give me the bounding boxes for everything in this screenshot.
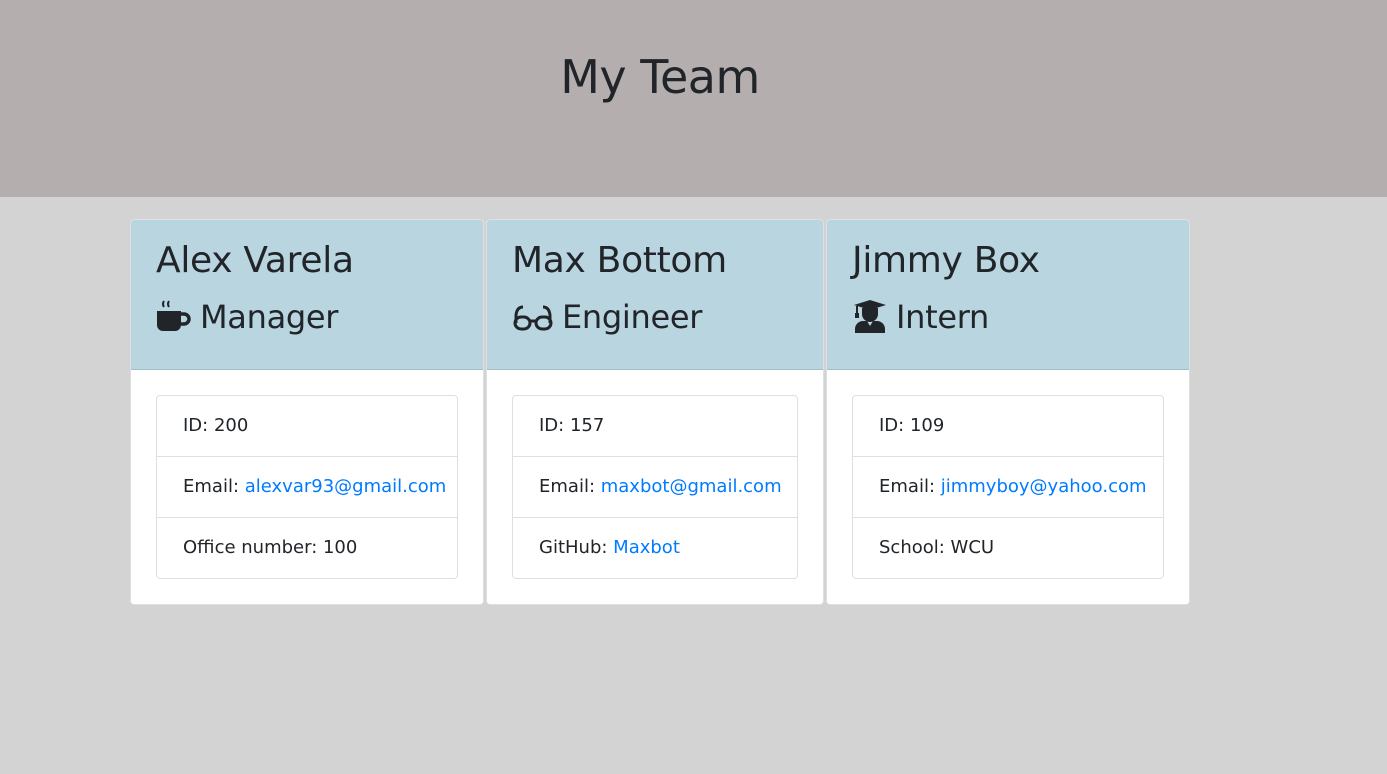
role-label: Intern: [896, 298, 990, 336]
email-label: Email:: [183, 476, 245, 497]
card-header: Alex Varela Manager: [131, 220, 483, 370]
employee-id: ID: 109: [879, 415, 945, 436]
employee-email-row: Email: jimmyboy@yahoo.com: [853, 456, 1163, 517]
github-link[interactable]: Maxbot: [613, 537, 680, 558]
details-list: ID: 157 Email: maxbot@gmail.com GitHub: …: [512, 395, 798, 579]
employee-card: Jimmy Box Intern ID: 109 Email: jimmyboy…: [826, 219, 1190, 605]
email-label: Email:: [539, 476, 601, 497]
card-header: Max Bottom Engineer: [487, 220, 823, 370]
details-list: ID: 109 Email: jimmyboy@yahoo.com School…: [852, 395, 1164, 579]
employee-role: Manager: [156, 298, 458, 336]
card-header: Jimmy Box Intern: [827, 220, 1189, 370]
school: School: WCU: [853, 517, 1163, 578]
role-label: Manager: [200, 298, 339, 336]
team-cards: Alex Varela Manager ID: 200 Email: alexv…: [130, 219, 1190, 605]
email-link[interactable]: maxbot@gmail.com: [601, 476, 782, 497]
jumbotron: My Team: [0, 0, 1387, 197]
employee-card: Alex Varela Manager ID: 200 Email: alexv…: [130, 219, 484, 605]
glasses-icon: [513, 305, 553, 331]
github-label: GitHub:: [539, 537, 614, 558]
employee-role: Intern: [852, 298, 1164, 336]
email-label: Email:: [879, 476, 941, 497]
user-graduate-icon: [854, 300, 886, 333]
employee-name: Jimmy Box: [852, 240, 1040, 281]
email-link[interactable]: jimmyboy@yahoo.com: [941, 476, 1147, 497]
github-row: GitHub: Maxbot: [513, 517, 797, 578]
employee-id: ID: 157: [539, 415, 605, 436]
page-title: My Team: [560, 50, 760, 104]
email-link[interactable]: alexvar93@gmail.com: [245, 476, 447, 497]
employee-email-row: Email: maxbot@gmail.com: [513, 456, 797, 517]
employee-role: Engineer: [512, 298, 798, 336]
office-number: Office number: 100: [157, 517, 457, 578]
employee-email-row: Email: alexvar93@gmail.com: [157, 456, 457, 517]
employee-card: Max Bottom Engineer ID: 157 Email: maxbo…: [486, 219, 824, 605]
employee-name: Alex Varela: [156, 240, 354, 281]
details-list: ID: 200 Email: alexvar93@gmail.com Offic…: [156, 395, 458, 579]
mug-hot-icon: [157, 300, 191, 331]
employee-name: Max Bottom: [512, 240, 727, 281]
role-label: Engineer: [562, 298, 703, 336]
employee-id: ID: 200: [183, 415, 249, 436]
